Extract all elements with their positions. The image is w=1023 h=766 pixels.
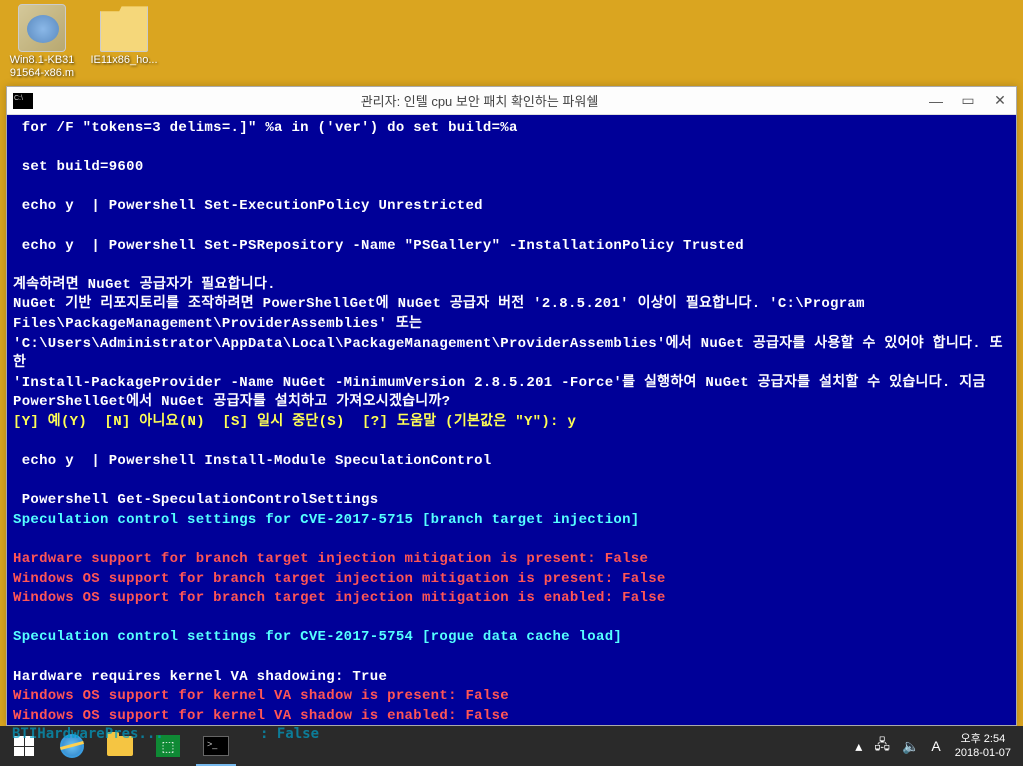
minimize-button[interactable]: — <box>920 89 952 113</box>
console-prompt: [Y] 예(Y) [N] 아니요(N) [S] 일시 중단(S) [?] 도움말… <box>13 414 576 430</box>
installer-icon <box>18 4 66 52</box>
console-line: for /F "tokens=3 delims=.]" %a in ('ver'… <box>13 120 518 136</box>
console-line: Windows OS support for branch target inj… <box>13 590 666 606</box>
ghost-text: BTIHardwarePres... <box>12 726 164 742</box>
console-line: Powershell Get-SpeculationControlSetting… <box>13 492 378 508</box>
tray-network-icon[interactable]: 🖧 <box>868 734 896 758</box>
console-line: set build=9600 <box>13 159 144 175</box>
console-line: Speculation control settings for CVE-201… <box>13 629 622 645</box>
console-line: 계속하려면 NuGet 공급자가 필요합니다. <box>13 277 276 293</box>
tray-chevron-icon[interactable]: ▴ <box>849 738 868 755</box>
console-line: Windows OS support for kernel VA shadow … <box>13 708 509 724</box>
icon-label: IE11x86_ho... <box>86 54 162 67</box>
tray-clock[interactable]: 오후 2:54 2018-01-07 <box>947 732 1019 761</box>
icon-label: Win8.1-KB3191564-x86.m <box>4 54 80 80</box>
console-line: Files\PackageManagement\ProviderAssembli… <box>13 316 422 332</box>
console-line: Speculation control settings for CVE-201… <box>13 512 640 528</box>
ghost-text: : False <box>260 726 319 742</box>
console-line: echo y | Powershell Set-PSRepository -Na… <box>13 238 744 254</box>
desktop-icon-installer[interactable]: Win8.1-KB3191564-x86.m <box>4 4 80 80</box>
console-line: echo y | Powershell Set-ExecutionPolicy … <box>13 198 483 214</box>
tray-ime[interactable]: A <box>925 738 946 754</box>
titlebar[interactable]: 관리자: 인텔 cpu 보안 패치 확인하는 파워쉘 — ▭ ✕ <box>7 87 1016 115</box>
console-line: PowerShellGet에서 NuGet 공급자를 설치하고 가져오시겠습니까… <box>13 394 450 410</box>
console-line: Hardware support for branch target injec… <box>13 551 648 567</box>
maximize-button[interactable]: ▭ <box>952 89 984 113</box>
cmd-icon <box>203 736 229 756</box>
tray-date: 2018-01-07 <box>955 746 1011 760</box>
window-title: 관리자: 인텔 cpu 보안 패치 확인하는 파워쉘 <box>39 91 920 110</box>
desktop-icon-folder[interactable]: IE11x86_ho... <box>86 4 162 67</box>
tray-time: 오후 2:54 <box>955 732 1011 746</box>
folder-icon <box>100 4 148 52</box>
console-line: 'C:\Users\Administrator\AppData\Local\Pa… <box>13 336 1003 372</box>
system-tray: ▴ 🖧 🔈 A 오후 2:54 2018-01-07 <box>845 732 1023 761</box>
console-window: 관리자: 인텔 cpu 보안 패치 확인하는 파워쉘 — ▭ ✕ for /F … <box>6 86 1017 726</box>
console-line: Windows OS support for branch target inj… <box>13 571 666 587</box>
tray-volume-icon[interactable]: 🔈 <box>896 738 925 755</box>
console-line: Hardware requires kernel VA shadowing: T… <box>13 669 387 685</box>
window-controls: — ▭ ✕ <box>920 89 1016 113</box>
console-line: Windows OS support for kernel VA shadow … <box>13 688 509 704</box>
taskbar-cmd[interactable] <box>192 726 240 766</box>
console-line: echo y | Powershell Install-Module Specu… <box>13 453 492 469</box>
console-output[interactable]: for /F "tokens=3 delims=.]" %a in ('ver'… <box>7 115 1016 725</box>
console-line: NuGet 기반 리포지토리를 조작하려면 PowerShellGet에 NuG… <box>13 296 865 312</box>
console-line: 'Install-PackageProvider -Name NuGet -Mi… <box>13 375 986 391</box>
close-button[interactable]: ✕ <box>984 89 1016 113</box>
cmd-icon <box>13 93 33 109</box>
